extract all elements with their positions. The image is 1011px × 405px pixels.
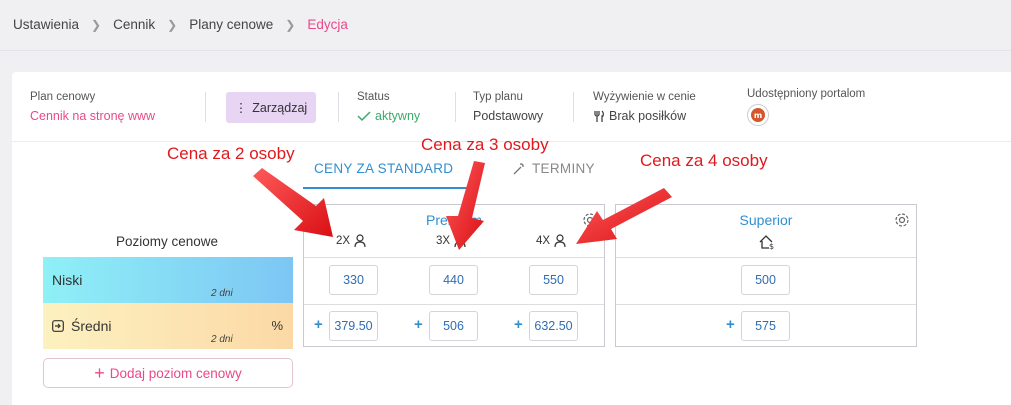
header-divider [0,50,1011,51]
tab-ceny-label: CENY ZA STANDARD [314,161,454,176]
add-price-level-label: Dodaj poziom cenowy [109,365,242,381]
annotation-3-persons: Cena za 3 osoby [421,135,549,154]
plus-icon[interactable]: + [726,316,735,333]
person-icon [454,234,466,248]
gear-icon[interactable] [894,212,910,231]
level-name: Niski [52,272,82,288]
plan-name-link[interactable]: Cennik na stronę www [30,109,155,123]
portal-label: Udostępniony portalom [747,88,866,100]
cutlery-icon [594,110,604,122]
plus-icon: + [94,362,105,383]
row-divider [616,304,916,305]
check-icon [357,111,371,122]
price-levels-title: Poziomy cenowe [115,234,219,249]
price-level-sredni[interactable]: Średni % 2 dni [43,303,293,349]
occupancy-4: 4X [536,234,566,248]
type-value: Podstawowy [473,109,544,123]
plus-icon[interactable]: + [414,316,423,333]
add-price-level-button[interactable]: + Dodaj poziom cenowy [43,358,293,388]
occupancy-3: 3X [436,234,466,248]
room-card-premium: Premium 2X 3X 4X 330 440 550 + 379.50 + … [303,204,605,347]
divider [573,92,574,122]
divider [455,92,456,122]
meal-value: Brak posiłków [593,109,696,123]
breadcrumb-ustawienia[interactable]: Ustawienia [13,17,79,32]
room-card-superior: Superior $ 500 + 575 [615,204,917,347]
price-input[interactable]: 575 [741,311,790,341]
breadcrumb-plany-cenowe[interactable]: Plany cenowe [189,17,273,32]
plus-icon[interactable]: + [314,316,323,333]
level-days: 2 dni [211,288,233,299]
annotation-4-persons: Cena za 4 osoby [640,151,768,170]
type-field: Typ planu Podstawowy [473,91,543,123]
main-panel: Plan cenowy Cennik na stronę www ⋮ Zarzą… [12,72,1011,405]
person-icon [354,234,366,248]
magic-wand-icon [513,162,524,174]
tab-terminy[interactable]: TERMINY [512,161,595,176]
chevron-right-icon: ❯ [167,17,178,32]
price-input[interactable]: 550 [529,265,578,295]
portal-logo-icon[interactable]: m [747,104,769,126]
price-level-niski[interactable]: Niski 2 dni [43,257,293,303]
divider [338,92,339,122]
plan-field: Plan cenowy Cennik na stronę www [30,91,155,123]
occupancy-label: 4X [536,235,551,247]
tab-ceny-za-standard[interactable]: CENY ZA STANDARD [314,161,453,176]
active-tab-indicator [303,187,473,189]
plan-info-bar: Plan cenowy Cennik na stronę www ⋮ Zarzą… [12,72,1011,142]
price-input[interactable]: 632.50 [529,311,578,341]
price-input[interactable]: 506 [429,311,478,341]
portal-logo-letter: m [751,108,765,122]
kebab-menu-icon: ⋮ [234,101,248,115]
svg-text:$: $ [769,242,774,250]
portal-field: Udostępniony portalom m [747,88,865,126]
divider [205,92,206,122]
manage-button-label: Zarządzaj [252,100,308,115]
house-price-icon: $ [758,234,776,250]
level-name-text: Średni [71,318,112,334]
price-input[interactable]: 330 [329,265,378,295]
price-input[interactable]: 500 [741,265,790,295]
room-card-header: Superior $ [616,205,916,258]
person-icon [554,234,566,248]
level-days: 2 dni [211,334,233,345]
percent-icon[interactable]: % [271,318,283,333]
status-field: Status aktywny [357,91,420,123]
price-input[interactable]: 440 [429,265,478,295]
row-divider [304,304,604,305]
level-name-text: Niski [52,272,83,288]
meal-text: Brak posiłków [609,109,687,123]
tab-terminy-label: TERMINY [532,161,595,176]
status-text: aktywny [375,109,421,123]
room-name: Superior [739,212,793,228]
chevron-right-icon: ❯ [285,17,296,32]
level-name: Średni [52,318,111,334]
meal-field: Wyżywienie w cenie Brak posiłków [593,91,696,123]
gear-icon[interactable] [582,212,598,231]
type-label: Typ planu [473,91,523,103]
annotation-2-persons: Cena za 2 osoby [167,144,295,163]
occupancy-label: 3X [436,235,451,247]
meal-label: Wyżywienie w cenie [593,91,696,103]
chevron-right-icon: ❯ [91,17,102,32]
breadcrumb: Ustawienia ❯ Cennik ❯ Plany cenowe ❯ Edy… [13,17,348,32]
room-name: Premium [425,212,482,228]
breadcrumb-edycja: Edycja [307,17,348,32]
occupancy-2: 2X [336,234,366,248]
occupancy-label: 2X [336,235,351,247]
breadcrumb-cennik[interactable]: Cennik [113,17,155,32]
plan-label: Plan cenowy [30,91,96,103]
plus-icon[interactable]: + [514,316,523,333]
room-card-header: Premium 2X 3X 4X [304,205,604,258]
status-label: Status [357,91,390,103]
status-value: aktywny [357,109,420,123]
manage-button[interactable]: ⋮ Zarządzaj [226,92,316,123]
link-arrow-icon [52,320,64,332]
price-input[interactable]: 379.50 [329,311,378,341]
